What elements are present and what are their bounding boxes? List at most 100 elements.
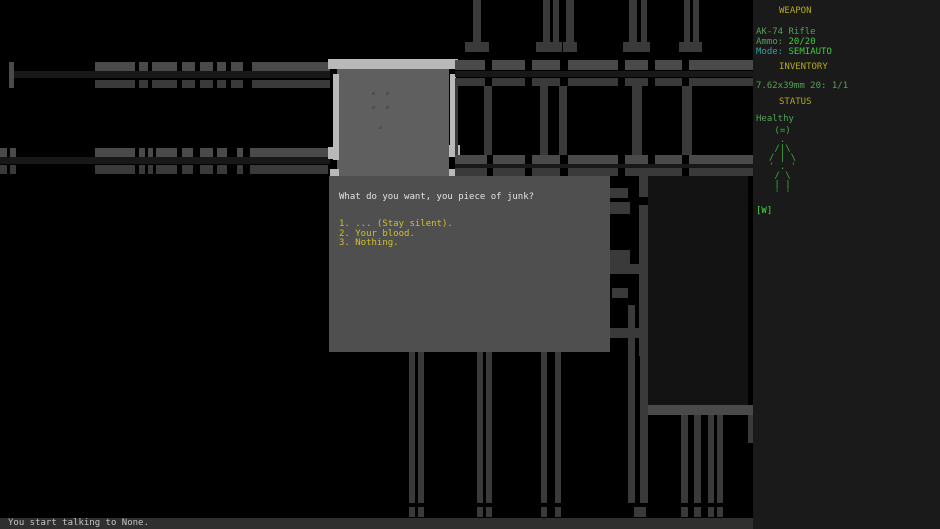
map-rect — [330, 169, 339, 176]
map-rect — [156, 148, 177, 157]
map-rect — [455, 78, 755, 86]
map-rect — [95, 62, 135, 71]
map-rect — [139, 80, 148, 88]
map-rect — [237, 148, 243, 157]
map-rect — [12, 71, 330, 78]
map-rect — [418, 352, 424, 503]
map-rect — [156, 165, 177, 174]
map-rect — [9, 62, 14, 88]
map-rect — [612, 288, 628, 298]
map-rect — [139, 165, 145, 174]
map-rect — [182, 165, 193, 174]
map-rect — [487, 168, 493, 176]
map-rect — [681, 507, 688, 517]
map-rect — [455, 71, 755, 77]
status-header: STATUS — [779, 98, 812, 107]
mode-label: Mode: — [756, 47, 789, 57]
health-status: Healthy — [756, 115, 794, 124]
map-rect — [640, 356, 648, 503]
map-rect — [610, 202, 630, 214]
map-rect — [455, 86, 458, 155]
map-rect — [560, 155, 568, 164]
game-screen: What do you want, you piece of junk? 1. … — [0, 0, 940, 529]
map-rect — [682, 155, 689, 164]
map-rect — [217, 148, 227, 157]
map-rect — [623, 42, 650, 52]
map-rect — [694, 507, 701, 517]
map-rect — [629, 0, 637, 44]
mode-row: Mode: SEMIAUTO — [756, 48, 832, 57]
map-rect — [148, 165, 153, 174]
map-rect — [409, 507, 415, 517]
map-rect — [386, 106, 389, 109]
map-rect — [152, 62, 177, 71]
map-rect — [560, 168, 568, 176]
map-rect — [610, 250, 630, 264]
map-rect — [182, 80, 195, 88]
map-rect — [409, 352, 415, 503]
map-rect — [553, 0, 559, 44]
map-rect — [618, 168, 625, 176]
map-rect — [555, 352, 561, 503]
map-rect — [525, 155, 532, 164]
map-rect — [200, 148, 213, 157]
wield-indicator: [W] — [756, 207, 772, 216]
map-rect — [693, 0, 699, 44]
map-rect — [386, 92, 389, 95]
map-rect — [95, 148, 135, 157]
map-rect — [328, 59, 458, 69]
map-rect — [455, 60, 755, 70]
dialog-prompt: What do you want, you piece of junk? — [339, 192, 534, 202]
map-rect — [541, 507, 547, 517]
sidebar: WEAPON AK-74 Rifle Ammo: 20/20 Mode: SEM… — [753, 0, 940, 529]
map-rect — [152, 80, 177, 88]
map-rect — [148, 148, 153, 157]
map-rect — [477, 507, 483, 517]
map-rect — [372, 92, 375, 95]
map-rect — [708, 415, 714, 503]
map-rect — [477, 352, 483, 503]
map-rect — [648, 155, 655, 164]
map-rect — [200, 165, 213, 174]
dialog-option-3[interactable]: 3. Nothing. — [339, 239, 453, 249]
map-rect — [10, 165, 16, 174]
map-rect — [684, 0, 690, 44]
map-rect — [200, 62, 213, 71]
map-rect — [182, 62, 195, 71]
map-rect — [0, 148, 7, 157]
map-rect — [708, 507, 714, 517]
map-rect — [555, 507, 561, 517]
map-rect — [694, 415, 701, 503]
map-rect — [640, 405, 755, 415]
map-rect — [485, 60, 492, 70]
map-rect — [217, 62, 226, 71]
map-rect — [465, 42, 489, 52]
map-rect — [182, 148, 193, 157]
map-rect — [252, 80, 330, 88]
body-figure: (=) . /|\ / | \ ' . ' / \ | | ' ' — [769, 127, 796, 199]
map-rect — [648, 176, 748, 405]
map-rect — [95, 165, 135, 174]
map-rect — [231, 80, 243, 88]
map-rect — [337, 69, 449, 176]
map-rect — [487, 155, 493, 164]
map-rect — [543, 0, 550, 44]
map-rect — [648, 78, 655, 86]
map-rect — [0, 165, 7, 174]
inventory-header: INVENTORY — [779, 63, 828, 72]
inventory-item[interactable]: 7.62x39mm 20: 1/1 — [756, 82, 848, 91]
map-rect — [618, 78, 625, 86]
ammo-row: Ammo: 20/20 — [756, 38, 816, 47]
map-rect — [525, 168, 532, 176]
message-log-bar: You start talking to None. — [0, 518, 753, 529]
map-rect — [566, 0, 574, 44]
map-rect — [250, 148, 328, 157]
dialog-options: 1. ... (Stay silent). 2. Your blood. 3. … — [339, 220, 453, 249]
map-rect — [541, 352, 547, 503]
map-rect — [717, 415, 723, 503]
ammo-value: 20/20 — [789, 37, 816, 47]
message-log-text: You start talking to None. — [8, 519, 149, 528]
map-rect — [560, 60, 568, 70]
weapon-name: AK-74 Rifle — [756, 28, 816, 37]
map-rect — [250, 165, 328, 174]
